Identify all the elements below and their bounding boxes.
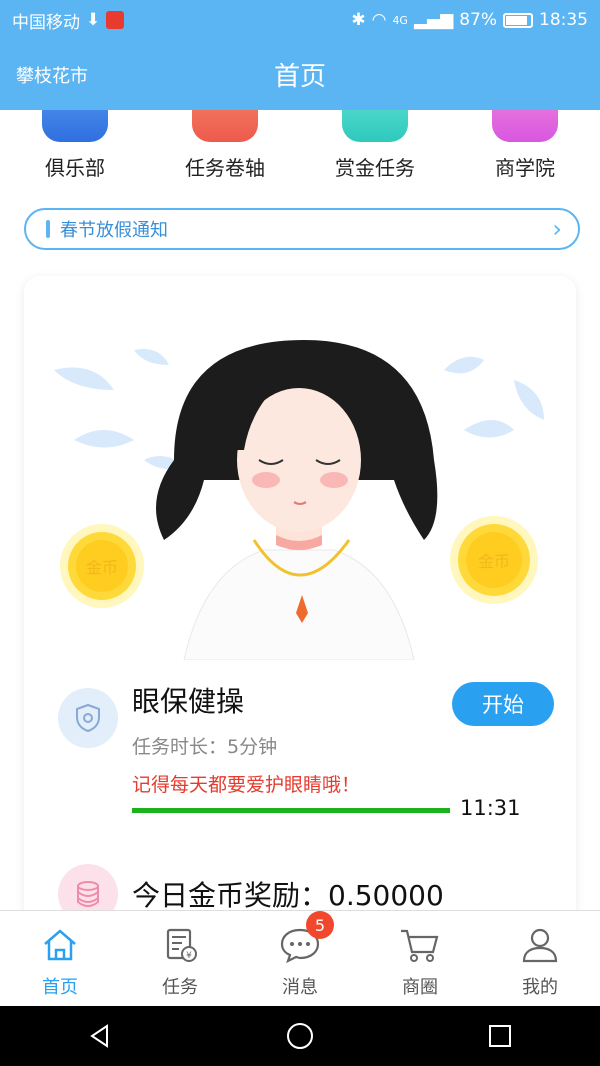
bounty-icon — [342, 110, 408, 142]
quick-link-club[interactable]: 俱乐部 — [0, 110, 150, 190]
eye-care-illustration: 金币 金币 — [54, 340, 544, 660]
tab-message[interactable]: 5 消息 — [240, 911, 360, 1006]
task-title: 眼保健操 — [132, 685, 245, 718]
tab-label: 首页 — [42, 977, 78, 998]
wifi-icon: ◠ — [371, 10, 387, 30]
status-bar: 中国移动 ⬇ ✱ ◠ 4G ▂▄▆ 87% 18:35 — [0, 0, 600, 40]
start-button[interactable]: 开始 — [452, 682, 554, 726]
coin-stack-icon — [58, 864, 118, 910]
carrier-label: 中国移动 — [12, 12, 80, 33]
daily-reward: 今日金币奖励：0.50000 — [132, 879, 444, 910]
clock: 18:35 — [539, 10, 588, 30]
app-header: 攀枝花市 首页 — [0, 40, 600, 110]
page-title: 首页 — [273, 62, 326, 92]
progress-fill — [132, 808, 450, 813]
club-icon — [42, 110, 108, 142]
quick-links: 俱乐部 任务卷轴 赏金任务 商学院 — [0, 110, 600, 190]
recents-icon[interactable] — [470, 1006, 530, 1066]
cart-icon — [398, 923, 442, 967]
quick-link-business-school[interactable]: 商学院 — [450, 110, 600, 190]
tab-label: 消息 — [282, 977, 318, 998]
signal-icon: ▂▄▆ — [413, 10, 454, 30]
notice-text: 春节放假通知 — [60, 220, 168, 241]
download-icon: ⬇ — [86, 10, 101, 30]
task-icon: ¥ — [158, 923, 202, 967]
shield-icon — [58, 688, 118, 748]
quick-link-label: 赏金任务 — [335, 156, 415, 180]
task-timer: 11:31 — [460, 796, 521, 820]
tab-label: 商圈 — [402, 977, 438, 998]
back-icon[interactable] — [70, 1006, 130, 1066]
network-type: 4G — [392, 13, 408, 27]
tab-label: 我的 — [522, 977, 558, 998]
main-content[interactable]: 俱乐部 任务卷轴 赏金任务 商学院 春节放假通知 › 金币 金币 眼保健操 任务… — [0, 110, 600, 910]
app-notification-icon — [106, 11, 125, 29]
tab-business-circle[interactable]: 商圈 — [360, 911, 480, 1006]
task-card: 金币 金币 眼保健操 任务时长：5分钟 记得每天都要爱护眼睛哦！ 开始 11:3… — [24, 276, 576, 910]
battery-icon — [503, 12, 533, 28]
coin-left-label: 金币 — [86, 558, 118, 577]
scroll-icon — [192, 110, 258, 142]
task-progress-bar — [132, 808, 450, 813]
unread-badge: 5 — [306, 911, 334, 939]
system-nav-bar — [0, 1006, 600, 1066]
tab-home[interactable]: 首页 — [0, 911, 120, 1006]
svg-text:¥: ¥ — [186, 951, 192, 961]
home-circle-icon[interactable] — [270, 1006, 330, 1066]
quick-link-task-scroll[interactable]: 任务卷轴 — [150, 110, 300, 190]
coin-right-label: 金币 — [478, 552, 510, 571]
bottom-tab-bar: 首页 ¥ 任务 5 消息 商圈 我的 — [0, 910, 600, 1006]
school-icon — [492, 110, 558, 142]
user-icon — [518, 923, 562, 967]
tab-task[interactable]: ¥ 任务 — [120, 911, 240, 1006]
task-tip: 记得每天都要爱护眼睛哦！ — [132, 774, 361, 796]
tab-mine[interactable]: 我的 — [480, 911, 600, 1006]
home-icon — [38, 923, 82, 967]
battery-percent: 87% — [459, 10, 497, 30]
bluetooth-icon: ✱ — [351, 10, 366, 30]
task-duration: 任务时长：5分钟 — [132, 736, 278, 758]
notice-bar[interactable]: 春节放假通知 › — [24, 208, 580, 250]
notice-marker — [46, 220, 50, 238]
chevron-right-icon: › — [552, 215, 562, 243]
quick-link-bounty[interactable]: 赏金任务 — [300, 110, 450, 190]
quick-link-label: 任务卷轴 — [185, 156, 265, 180]
quick-link-label: 俱乐部 — [45, 156, 105, 180]
quick-link-label: 商学院 — [495, 156, 555, 180]
tab-label: 任务 — [162, 977, 198, 998]
